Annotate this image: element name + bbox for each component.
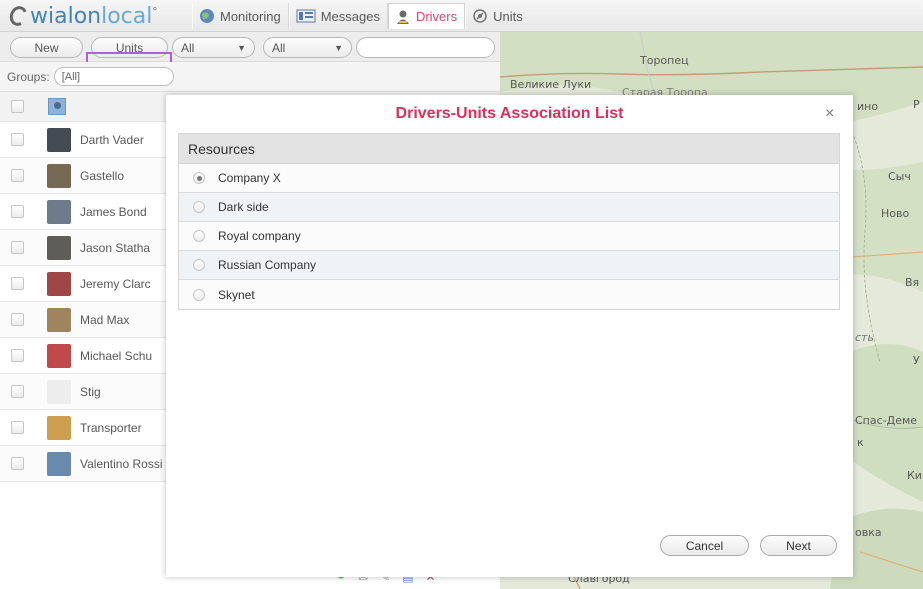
radio-button[interactable] bbox=[193, 172, 205, 184]
resource-label: Skynet bbox=[218, 287, 255, 302]
dialog-title: Drivers-Units Association List bbox=[395, 105, 624, 122]
next-button[interactable]: Next bbox=[760, 535, 837, 556]
resource-option[interactable]: Skynet bbox=[179, 280, 839, 309]
resource-label: Russian Company bbox=[218, 258, 317, 272]
close-icon[interactable]: × bbox=[825, 106, 834, 122]
resource-option[interactable]: Dark side bbox=[179, 193, 839, 222]
radio-button[interactable] bbox=[193, 230, 205, 242]
radio-button[interactable] bbox=[193, 288, 205, 301]
radio-button[interactable] bbox=[193, 259, 205, 271]
resource-option[interactable]: Royal company bbox=[179, 222, 839, 251]
resource-label: Company X bbox=[218, 171, 281, 185]
resource-label: Dark side bbox=[218, 200, 269, 214]
resource-label: Royal company bbox=[218, 229, 301, 243]
resource-option[interactable]: Russian Company bbox=[179, 251, 839, 280]
resource-option[interactable]: Company X bbox=[179, 164, 839, 193]
drivers-units-association-dialog: Drivers-Units Association List × Resourc… bbox=[166, 95, 853, 577]
resources-header: Resources bbox=[179, 134, 839, 164]
cancel-button[interactable]: Cancel bbox=[660, 535, 749, 556]
radio-button[interactable] bbox=[193, 201, 205, 213]
resources-table: Resources Company X Dark side Royal compan… bbox=[178, 133, 840, 310]
